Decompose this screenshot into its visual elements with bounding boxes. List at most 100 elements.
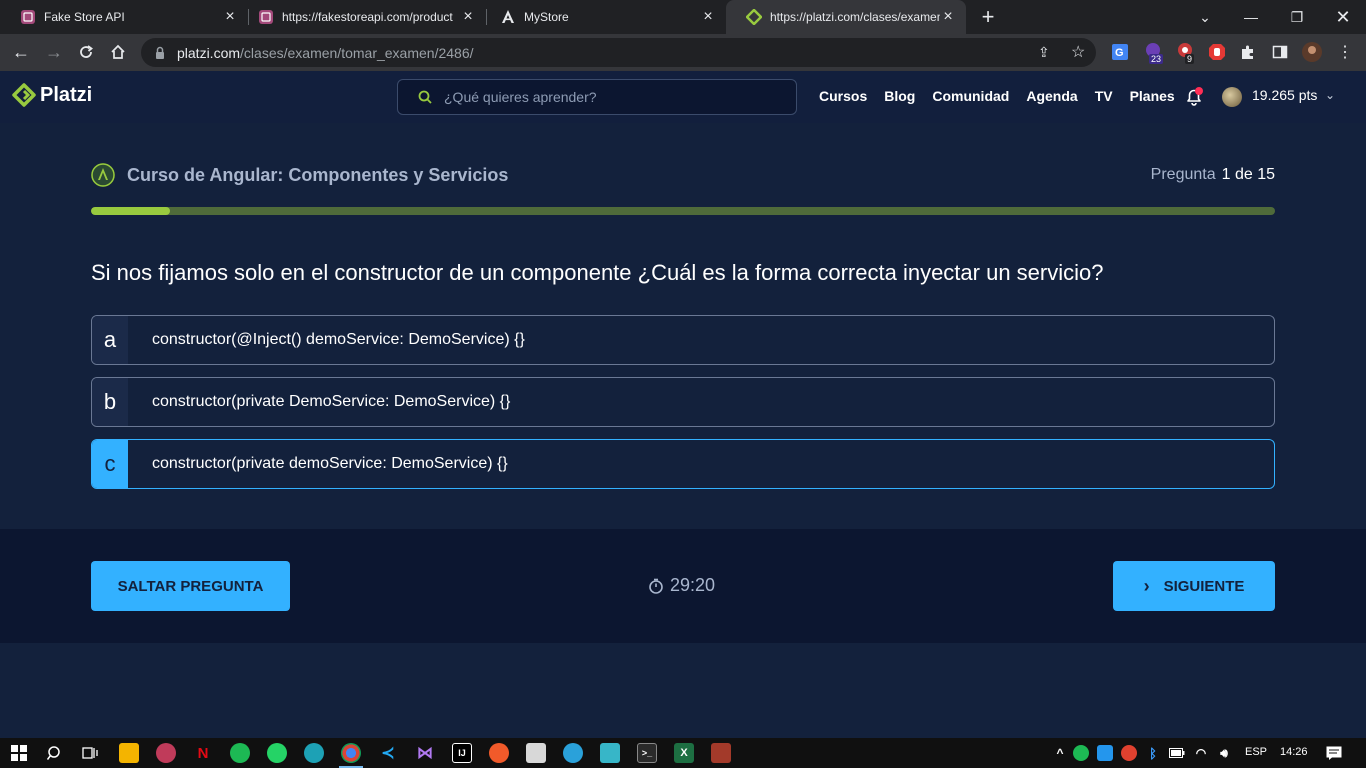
close-window-button[interactable]: ✕ [1320,0,1366,34]
task-view-icon[interactable] [80,743,100,763]
extensions-puzzle-icon[interactable] [1237,41,1259,63]
answer-letter: b [92,378,128,426]
chevron-down-icon[interactable]: ⌄ [1325,88,1335,102]
stopwatch-icon [649,578,663,594]
postman-icon[interactable] [489,743,509,763]
winrar-icon[interactable] [711,743,731,763]
home-button[interactable] [105,39,131,65]
side-panel-icon[interactable] [1269,41,1291,63]
tab-close-icon[interactable]: × [700,8,716,25]
new-tab-button[interactable]: + [976,4,1000,29]
reload-button[interactable] [73,39,99,65]
exam-footer: SALTAR PREGUNTA 29:20 › SIGUIENTE [0,529,1366,643]
nav-agenda[interactable]: Agenda [1026,88,1077,104]
notification-center-icon[interactable] [1324,743,1344,763]
profile-avatar[interactable] [1301,41,1323,63]
skip-question-button[interactable]: SALTAR PREGUNTA [91,561,290,611]
file-explorer-icon[interactable] [119,743,139,763]
tab-search-chevron-icon[interactable]: ⌄ [1182,0,1228,34]
app-icon[interactable] [156,743,176,763]
extension-badge-9-icon[interactable]: 9 [1175,41,1197,64]
tab-close-icon[interactable]: × [940,8,956,25]
question-text: Si nos fijamos solo en el constructor de… [91,260,1104,285]
tray-app-icon[interactable] [1121,745,1137,761]
platzi-logo[interactable]: Platzi [12,83,92,107]
google-translate-extension-icon[interactable]: G [1109,41,1131,63]
nav-planes[interactable]: Planes [1130,88,1175,104]
adblock-extension-icon[interactable] [1206,41,1228,63]
windows-start-icon[interactable] [9,743,29,763]
tab-close-icon[interactable]: × [222,8,238,25]
tray-battery-icon[interactable] [1169,745,1185,761]
forward-button[interactable]: → [41,39,67,65]
tray-chevron-up-icon[interactable]: ^ [1050,743,1070,763]
intellij-icon[interactable]: IJ [452,743,472,763]
nav-comunidad[interactable]: Comunidad [932,88,1009,104]
tray-spotify-icon[interactable] [1073,745,1089,761]
chrome-icon[interactable] [341,743,361,763]
extension-badge-23-icon[interactable]: 23 [1143,41,1165,64]
tray-language[interactable]: ESP [1245,746,1267,758]
netflix-icon[interactable]: N [193,743,213,763]
tab-fake-store-api[interactable]: Fake Store API × [0,0,248,34]
vscode-icon[interactable]: ≺ [378,743,398,763]
app-icon[interactable] [526,743,546,763]
platzi-favicon-icon [746,9,762,25]
visual-studio-icon[interactable]: ⋈ [415,743,435,763]
tray-docker-icon[interactable] [1097,745,1113,761]
nav-blog[interactable]: Blog [884,88,915,104]
tab-mystore[interactable]: MyStore × [480,0,726,34]
excel-icon[interactable]: X [674,743,694,763]
home-icon [111,44,125,59]
share-icon[interactable]: ⇪ [1038,44,1050,61]
tab-fakestore-products[interactable]: https://fakestoreapi.com/product × [238,0,486,34]
address-bar[interactable]: platzi.com/clases/examen/tomar_examen/24… [141,38,1096,67]
fakestore-favicon-icon [20,9,36,25]
tab-close-icon[interactable]: × [460,8,476,25]
search-icon[interactable] [45,743,65,763]
platzi-header: Platzi ¿Qué quieres aprender? Cursos Blo… [0,71,1366,123]
tab-title: https://platzi.com/clases/examen [770,10,940,24]
minimize-button[interactable]: — [1228,0,1274,34]
fakestore-favicon-icon [258,9,274,25]
user-points[interactable]: 19.265 pts [1252,87,1317,103]
whatsapp-icon[interactable] [267,743,287,763]
chevron-right-icon: › [1143,575,1150,596]
question-counter-value: 1 de 15 [1221,166,1275,183]
maximize-button[interactable]: ❐ [1274,0,1320,34]
nav-tv[interactable]: TV [1095,88,1113,104]
back-button[interactable]: ← [8,39,34,65]
app-icon[interactable] [600,743,620,763]
tray-wifi-icon[interactable]: ◠ [1193,745,1209,761]
answer-text: constructor(private demoService: DemoSer… [152,455,508,472]
telegram-icon[interactable] [563,743,583,763]
tab-title: MyStore [524,10,569,24]
browser-menu-icon[interactable]: ⋮ [1334,41,1356,63]
main-nav: Cursos Blog Comunidad Agenda TV Planes [819,88,1192,104]
angular-favicon-icon [500,9,516,25]
platzi-logo-icon [12,83,36,107]
tray-bluetooth-icon[interactable]: ᛒ [1145,745,1161,761]
next-button[interactable]: › SIGUIENTE [1113,561,1275,611]
answer-option-a[interactable]: a constructor(@Inject() demoService: Dem… [91,315,1275,365]
exam-timer: 29:20 [648,575,715,596]
user-avatar[interactable] [1222,87,1242,107]
tab-platzi-exam[interactable]: https://platzi.com/clases/examen × [726,0,966,34]
tab-title: https://fakestoreapi.com/product [282,10,453,24]
angular-course-badge-icon [91,163,115,187]
tray-volume-icon[interactable]: 🔊︎ [1216,745,1232,761]
bookmark-star-icon[interactable]: ☆ [1071,42,1085,62]
edge-icon[interactable] [304,743,324,763]
nav-cursos[interactable]: Cursos [819,88,867,104]
course-heading: Curso de Angular: Componentes y Servicio… [91,163,508,187]
tray-clock[interactable]: 14:26 [1280,746,1308,758]
search-input[interactable]: ¿Qué quieres aprender? [397,79,797,115]
search-icon [418,90,432,104]
browser-tab-strip: Fake Store API × https://fakestoreapi.co… [0,0,1366,34]
answer-option-b[interactable]: b constructor(private DemoService: DemoS… [91,377,1275,427]
answer-option-c[interactable]: c constructor(private demoService: DemoS… [91,439,1275,489]
platzi-logo-text: Platzi [40,83,93,106]
spotify-icon[interactable] [230,743,250,763]
course-title[interactable]: Curso de Angular: Componentes y Servicio… [127,165,508,186]
terminal-icon[interactable]: >_ [637,743,657,763]
